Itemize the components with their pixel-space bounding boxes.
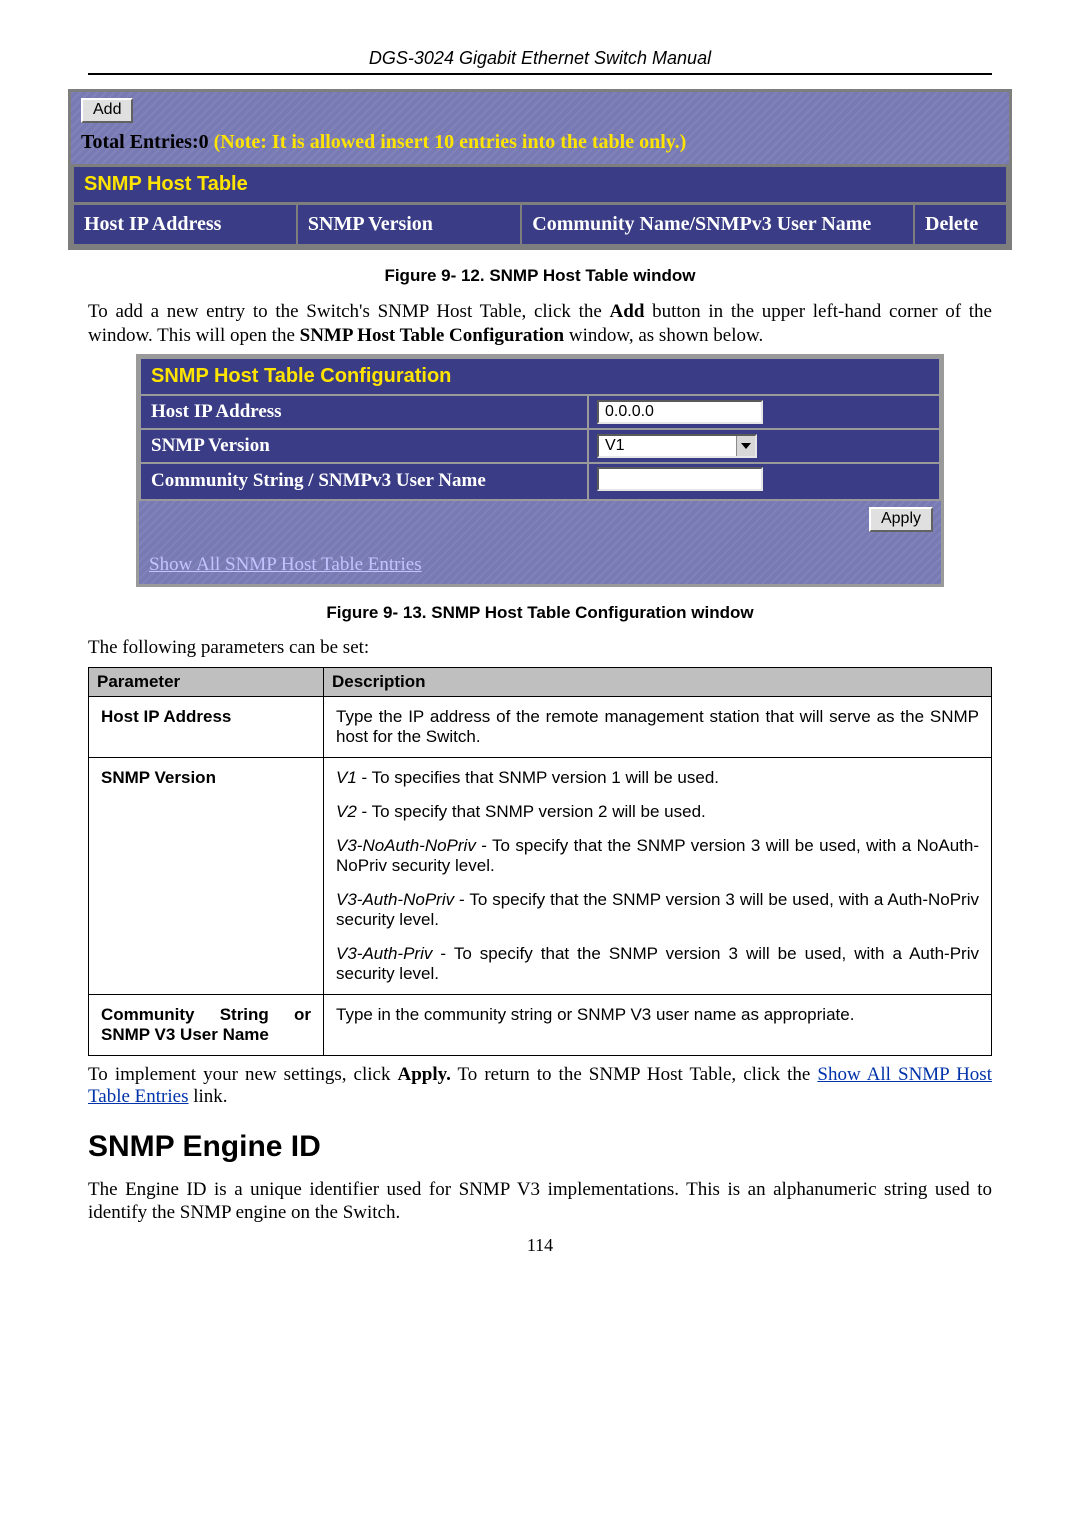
apply-button[interactable]: Apply — [869, 507, 933, 532]
col-community: Community Name/SNMPv3 User Name — [521, 204, 914, 246]
v1-ital: V1 — [336, 768, 357, 787]
config-title: SNMP Host Table Configuration — [140, 358, 940, 395]
text: link. — [189, 1086, 228, 1107]
text: To return to the SNMP Host Table, click … — [451, 1064, 818, 1085]
add-bold: Add — [610, 301, 645, 322]
figure-9-12-caption: Figure 9- 12. SNMP Host Table window — [88, 266, 992, 286]
after-table-text: To implement your new settings, click Ap… — [88, 1064, 992, 1108]
param-name-community: Community String or SNMP V3 User Name — [89, 994, 324, 1055]
total-entries-count: Total Entries:0 — [81, 131, 214, 153]
snmp-host-table-title: SNMP Host Table — [73, 166, 1008, 204]
snmp-host-table-screenshot: Add Total Entries:0 (Note: It is allowed… — [68, 89, 1012, 250]
label-snmp-version: SNMP Version — [140, 429, 588, 463]
v2-ital: V2 — [336, 802, 357, 821]
text: To implement your new settings, click — [88, 1064, 397, 1085]
add-instructions-paragraph: To add a new entry to the Switch's SNMP … — [88, 300, 992, 348]
param-intro: The following parameters can be set: — [88, 637, 992, 659]
v2-text: - To specify that SNMP version 2 will be… — [357, 802, 706, 821]
param-desc-hostip: Type the IP address of the remote manage… — [324, 696, 992, 757]
host-ip-input[interactable]: 0.0.0.0 — [597, 400, 763, 424]
total-entries-warning: (Note: It is allowed insert 10 entries i… — [214, 131, 687, 153]
col-snmp-version: SNMP Version — [297, 204, 521, 246]
doc-header: DGS-3024 Gigabit Ethernet Switch Manual — [88, 48, 992, 69]
page-number: 114 — [88, 1235, 992, 1256]
v3nn-ital: V3-NoAuth-NoPriv — [336, 836, 476, 855]
v3ap-ital: V3-Auth-Priv — [336, 944, 432, 963]
col-delete: Delete — [914, 204, 1008, 246]
param-name-snmpver: SNMP Version — [89, 757, 324, 994]
chevron-down-icon — [741, 443, 751, 449]
param-desc-snmpver: V1 - To specifies that SNMP version 1 wi… — [324, 757, 992, 994]
label-host-ip: Host IP Address — [140, 395, 588, 429]
text: To add a new entry to the Switch's SNMP … — [88, 301, 610, 322]
figure-9-13-caption: Figure 9- 13. SNMP Host Table Configurat… — [88, 603, 992, 623]
engine-id-paragraph: The Engine ID is a unique identifier use… — [88, 1178, 992, 1226]
section-heading-engine-id: SNMP Engine ID — [88, 1130, 992, 1164]
snmp-host-table: SNMP Host Table Host IP Address SNMP Ver… — [71, 164, 1009, 247]
snmp-host-config-screenshot: SNMP Host Table Configuration Host IP Ad… — [136, 354, 944, 587]
param-header-parameter: Parameter — [89, 667, 324, 696]
total-entries-note: Total Entries:0 (Note: It is allowed ins… — [81, 123, 999, 158]
param-desc-community: Type in the community string or SNMP V3 … — [324, 994, 992, 1055]
add-button[interactable]: Add — [81, 98, 133, 123]
community-input[interactable] — [597, 467, 763, 491]
label-community: Community String / SNMPv3 User Name — [140, 463, 588, 500]
show-all-entries-link[interactable]: Show All SNMP Host Table Entries — [139, 554, 941, 584]
col-host-ip: Host IP Address — [73, 204, 297, 246]
param-name-hostip: Host IP Address — [89, 696, 324, 757]
snmp-version-value: V1 — [599, 436, 736, 456]
text: window, as shown below. — [564, 325, 763, 346]
param-header-description: Description — [324, 667, 992, 696]
v3ap-text: - To specify that the SNMP version 3 wil… — [336, 944, 979, 983]
v3an-ital: V3-Auth-NoPriv — [336, 890, 454, 909]
dropdown-arrow-icon[interactable] — [736, 436, 755, 456]
apply-bold: Apply. — [397, 1064, 450, 1085]
parameter-table: Parameter Description Host IP Address Ty… — [88, 667, 992, 1056]
window-name-bold: SNMP Host Table Configuration — [300, 325, 564, 346]
v1-text: - To specifies that SNMP version 1 will … — [357, 768, 719, 787]
header-rule — [88, 73, 992, 75]
snmp-version-select[interactable]: V1 — [597, 434, 757, 458]
